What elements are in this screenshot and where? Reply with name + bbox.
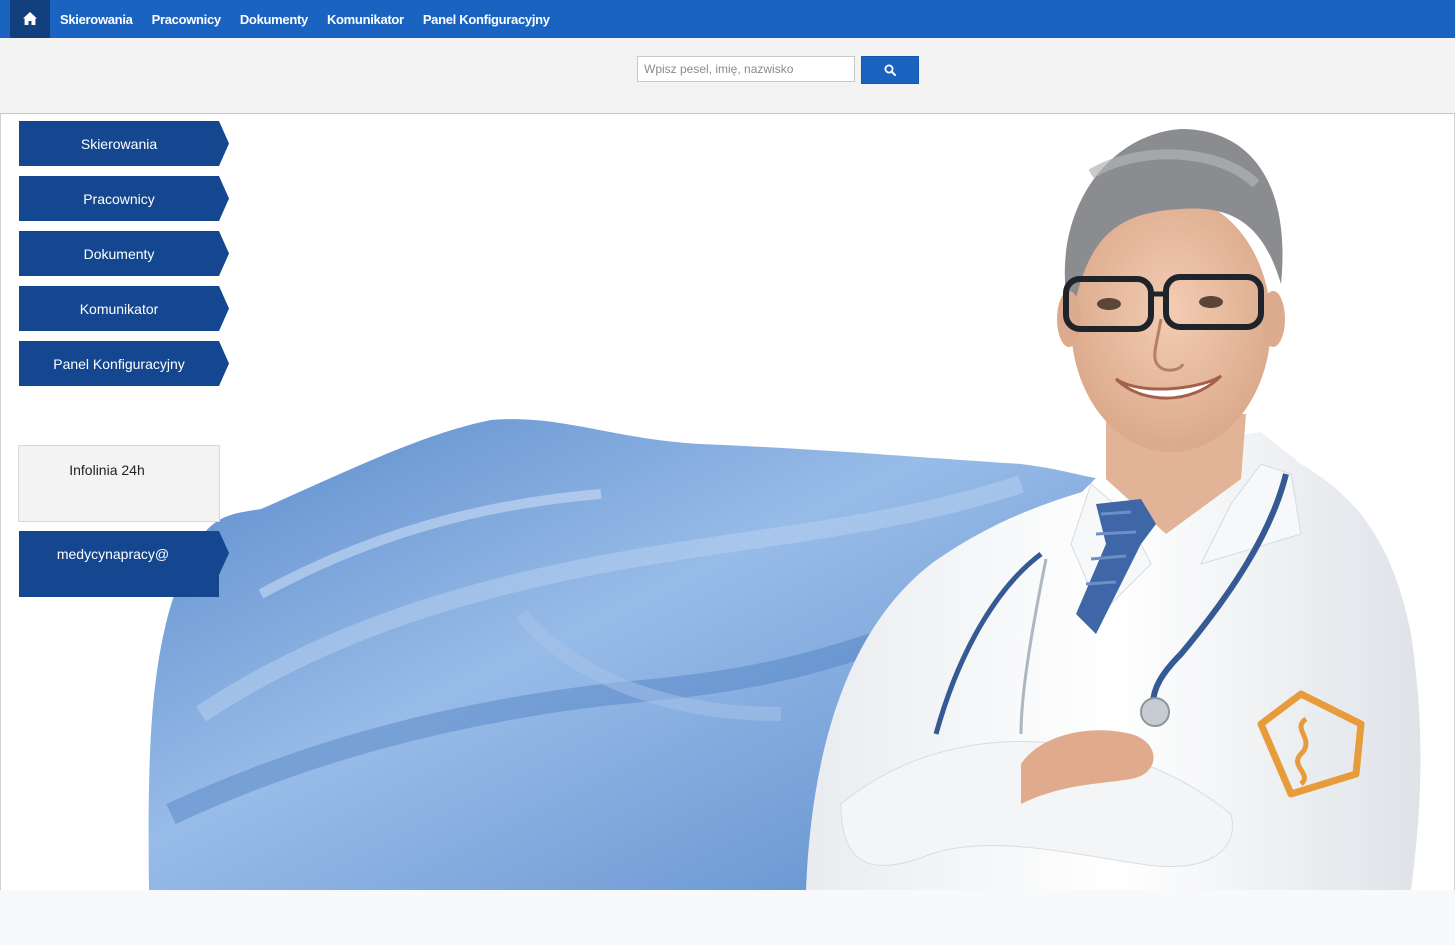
search-bar — [0, 38, 1455, 114]
search-input[interactable] — [637, 56, 855, 82]
hero-image — [148, 129, 1421, 890]
sidebar-item-pracownicy[interactable]: Pracownicy — [19, 176, 229, 221]
hotline-box: Infolinia 24h — [18, 445, 220, 522]
topnav-item-skierowania[interactable]: Skierowania — [60, 12, 133, 27]
email-button[interactable]: medycynapracy@ — [19, 531, 229, 597]
topnav-item-komunikator[interactable]: Komunikator — [327, 12, 404, 27]
topnav-item-pracownicy[interactable]: Pracownicy — [152, 12, 222, 27]
main-content: Skierowania Pracownicy Dokumenty Komunik… — [0, 114, 1455, 890]
email-label: medycynapracy@ — [56, 546, 170, 562]
home-button[interactable] — [10, 0, 50, 38]
top-navigation-bar: Skierowania Pracownicy Dokumenty Komunik… — [0, 0, 1455, 38]
sidebar-item-skierowania[interactable]: Skierowania — [19, 121, 229, 166]
topnav-item-panel-konfiguracyjny[interactable]: Panel Konfiguracyjny — [423, 12, 550, 27]
footer — [0, 890, 1455, 945]
search-button[interactable] — [861, 56, 919, 84]
home-icon — [23, 12, 37, 25]
hotline-label: Infolinia 24h — [69, 462, 145, 478]
sidebar-item-dokumenty[interactable]: Dokumenty — [19, 231, 229, 276]
search-icon — [884, 64, 896, 76]
sidebar-item-panel-konfiguracyjny[interactable]: Panel Konfiguracyjny — [19, 341, 229, 386]
topnav-item-dokumenty[interactable]: Dokumenty — [240, 12, 308, 27]
sidebar-item-komunikator[interactable]: Komunikator — [19, 286, 229, 331]
